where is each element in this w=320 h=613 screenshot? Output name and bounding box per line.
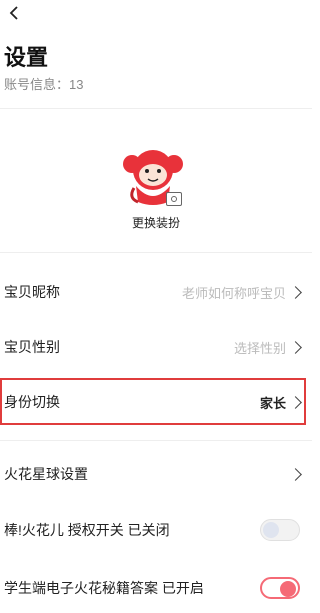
- chevron-right-icon: [289, 285, 302, 299]
- praise-auth-label: 棒!火花儿 授权开关 已关闭: [4, 522, 170, 538]
- identity-value: 家长: [259, 395, 286, 411]
- avatar[interactable]: [122, 146, 184, 206]
- chevron-right-icon: [289, 467, 302, 481]
- praise-auth-row: 棒!火花儿 授权开关 已关闭: [0, 508, 312, 552]
- camera-icon[interactable]: [166, 192, 182, 206]
- identity-label: 身份切换: [4, 394, 60, 410]
- gender-label: 宝贝性别: [4, 339, 60, 355]
- answers-row: 学生端电子火花秘籍答案 已开启: [0, 566, 312, 610]
- nickname-row[interactable]: 宝贝昵称 老师如何称呼宝贝: [0, 270, 312, 314]
- back-arrow-icon[interactable]: [6, 4, 24, 22]
- praise-auth-toggle[interactable]: [260, 519, 300, 541]
- planet-settings-label: 火花星球设置: [4, 466, 88, 482]
- divider: [0, 252, 312, 253]
- divider: [0, 440, 312, 441]
- gender-row[interactable]: 宝贝性别 选择性别: [0, 325, 312, 369]
- account-info: 账号信息：13: [4, 77, 84, 92]
- chevron-right-icon: [289, 340, 302, 354]
- answers-label: 学生端电子火花秘籍答案 已开启: [4, 580, 204, 596]
- chevron-right-icon: [289, 395, 302, 409]
- change-outfit-link[interactable]: 更换装扮: [0, 214, 312, 231]
- identity-switch-row[interactable]: 身份切换 家长: [0, 380, 312, 424]
- gender-value: 选择性别: [233, 340, 286, 356]
- divider: [0, 108, 312, 109]
- answers-toggle[interactable]: [260, 577, 300, 599]
- nickname-value: 老师如何称呼宝贝: [181, 285, 286, 301]
- nickname-label: 宝贝昵称: [4, 284, 60, 300]
- planet-settings-row[interactable]: 火花星球设置: [0, 452, 312, 496]
- page-title: 设置: [4, 45, 49, 70]
